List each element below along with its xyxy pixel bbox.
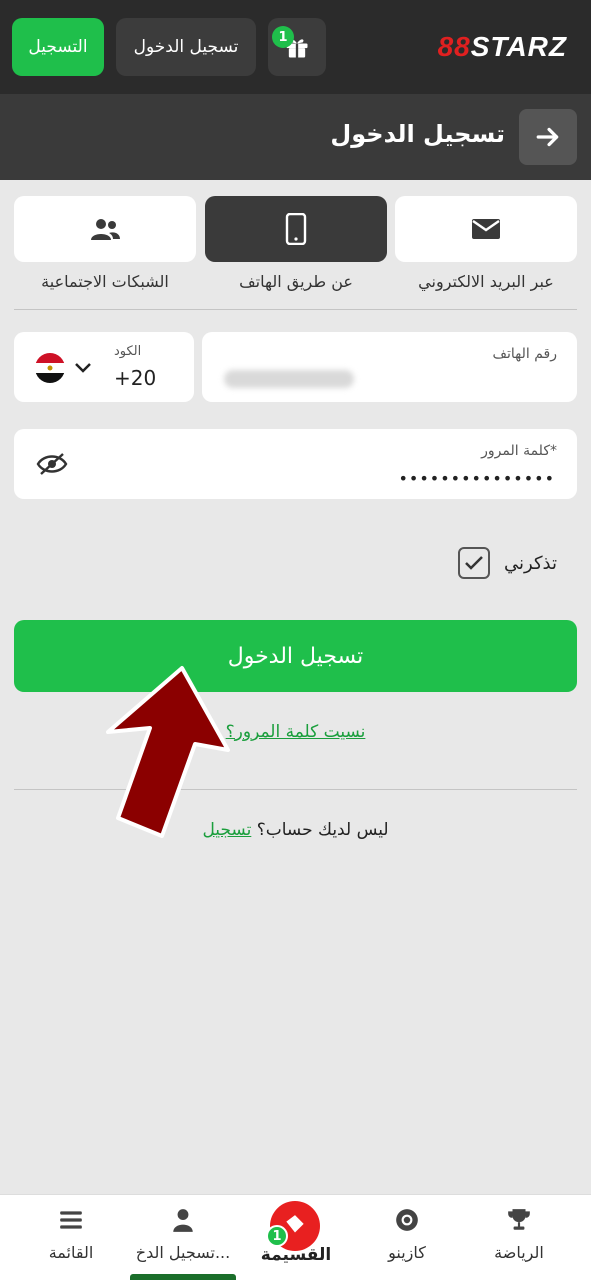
nav-login[interactable]: تسجيل الدخ...	[128, 1207, 238, 1262]
arrow-right-icon	[536, 127, 559, 147]
nav-active-indicator	[130, 1274, 236, 1280]
nav-login-label: تسجيل الدخ...	[135, 1243, 231, 1262]
tab-phone-label: عن طريق الهاتف	[239, 272, 353, 291]
gift-button[interactable]: 1	[268, 18, 326, 76]
password-field[interactable]: كلمة المرور* •••••••••••••••	[14, 429, 577, 499]
code-label: الكود	[114, 344, 142, 359]
tab-social-label: الشبكات الاجتماعية	[41, 272, 169, 291]
bottom-nav: الرياضة كازينو 1 القسيمة تسجيل الدخ... ا…	[0, 1194, 591, 1280]
nav-casino-label: كازينو	[388, 1243, 426, 1262]
casino-chip-icon	[396, 1209, 418, 1231]
register-button[interactable]: التسجيل	[12, 18, 104, 76]
back-button[interactable]	[519, 109, 577, 165]
pointer-arrow-icon	[106, 666, 230, 838]
nav-casino[interactable]: كازينو	[352, 1207, 462, 1262]
forgot-password-link[interactable]: نسيت كلمة المرور؟	[0, 722, 591, 742]
code-value: +20	[114, 366, 157, 390]
user-icon	[173, 1209, 193, 1232]
tab-phone[interactable]	[205, 196, 387, 262]
phone-value-redacted	[224, 370, 354, 388]
eye-off-icon[interactable]	[36, 451, 68, 477]
remember-checkbox[interactable]	[458, 547, 491, 579]
nav-coupon-label: القسيمة	[260, 1245, 332, 1265]
password-label: كلمة المرور*	[481, 443, 557, 459]
page-title: تسجيل الدخول	[330, 120, 505, 148]
logo-prefix: 88	[437, 31, 471, 62]
page-header: تسجيل الدخول	[0, 94, 591, 180]
nav-menu-label: القائمة	[48, 1243, 94, 1262]
envelope-icon	[472, 219, 500, 239]
divider	[14, 309, 577, 310]
trophy-icon	[508, 1209, 530, 1230]
password-value: •••••••••••••••	[398, 469, 555, 488]
login-top-button[interactable]: تسجيل الدخول	[116, 18, 256, 76]
users-icon	[91, 219, 120, 240]
top-bar: التسجيل تسجيل الدخول 1 88 STARZ	[0, 0, 591, 94]
tab-email-label: عبر البريد الالكتروني	[418, 272, 554, 291]
no-account-row: ليس لديك حساب؟ تسجيل	[0, 820, 591, 840]
tab-social[interactable]	[14, 196, 196, 262]
phone-label: رقم الهاتف	[492, 346, 557, 362]
nav-sports-label: الرياضة	[494, 1243, 544, 1262]
check-icon	[465, 556, 483, 570]
nav-menu[interactable]: القائمة	[16, 1207, 126, 1262]
divider	[14, 789, 577, 790]
chevron-down-icon	[75, 363, 91, 373]
login-button[interactable]: تسجيل الدخول	[14, 620, 577, 692]
no-account-text: ليس لديك حساب؟	[256, 820, 389, 840]
phone-icon	[285, 213, 307, 245]
menu-icon	[60, 1211, 82, 1229]
brand-logo[interactable]: 88 STARZ	[438, 30, 567, 64]
phone-field[interactable]: رقم الهاتف	[202, 332, 577, 402]
remember-label: تذكرني	[504, 552, 557, 574]
logo-text: STARZ	[470, 31, 567, 62]
gift-badge: 1	[272, 26, 294, 48]
nav-sports[interactable]: الرياضة	[464, 1207, 574, 1262]
egypt-flag-icon	[35, 353, 65, 383]
tab-email[interactable]	[395, 196, 577, 262]
coupon-badge: 1	[266, 1225, 288, 1247]
remember-me: تذكرني	[458, 547, 557, 579]
country-code-select[interactable]: الكود +20	[14, 332, 194, 402]
